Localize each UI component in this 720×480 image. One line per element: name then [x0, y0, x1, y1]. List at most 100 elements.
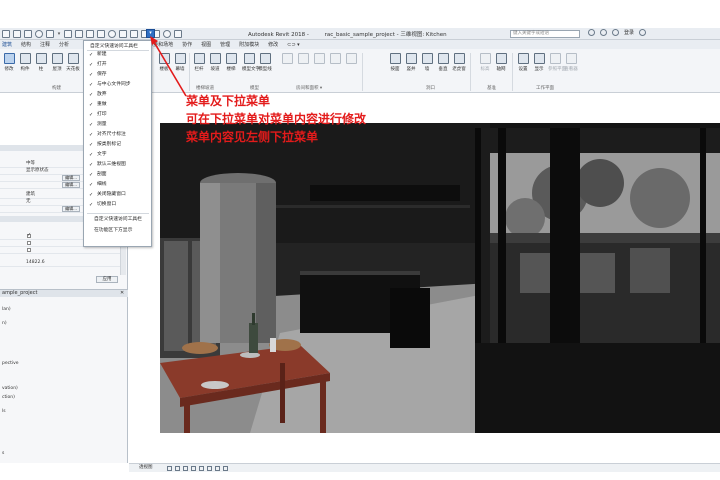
ribbon-tool-model-text[interactable]: 模型文字 — [242, 53, 260, 72]
tree-item[interactable]: ls — [2, 409, 6, 414]
tab-addins[interactable]: 附加模块 — [239, 41, 259, 48]
menu-item-print[interactable]: ✓ 打印 — [84, 111, 151, 119]
tree-item[interactable]: lan) — [2, 307, 11, 312]
search-input[interactable]: 键入关键字或短语 — [510, 30, 580, 38]
menu-item-show-below-ribbon[interactable]: 在功能区下方显示 — [84, 227, 151, 235]
ribbon-tool-ramp[interactable]: 坡道 — [208, 53, 222, 72]
ribbon-tool-viewer[interactable]: 查看器 — [564, 53, 578, 72]
ribbon-tool-dormer[interactable]: 老虎窗 — [452, 53, 466, 72]
measure-icon[interactable] — [86, 30, 94, 38]
tab-annotate[interactable]: 注释 — [40, 41, 50, 48]
menu-item-align-dimension[interactable]: ✓ 对齐尺寸标注 — [84, 131, 151, 139]
menu-item-redo[interactable]: ✓ 重做 — [84, 101, 151, 109]
default-3d-view-icon[interactable] — [130, 30, 138, 38]
ribbon-tool-level[interactable]: 标高 — [478, 53, 492, 72]
chevron-down-icon[interactable]: ▾ — [57, 30, 61, 38]
tab-extra[interactable]: ⊂⊃ ▾ — [287, 42, 299, 48]
sun-path-icon[interactable] — [183, 466, 188, 471]
menu-item-thin-lines[interactable]: ✓ 细线 — [84, 181, 151, 189]
close-hidden-windows-icon[interactable] — [163, 30, 171, 38]
tab-manage[interactable]: 管理 — [220, 41, 230, 48]
ribbon-tool-room-separator[interactable] — [296, 53, 310, 64]
detail-level-icon[interactable] — [167, 466, 172, 471]
ribbon-tool-set[interactable]: 设置 — [516, 53, 530, 72]
search-icon[interactable] — [588, 29, 595, 36]
property-row[interactable]: 14822.6 — [0, 260, 120, 267]
ribbon-tool-shaft[interactable]: 竖井 — [404, 53, 418, 72]
tag-icon[interactable] — [108, 30, 116, 38]
view-canvas[interactable] — [129, 93, 720, 463]
text-icon[interactable] — [119, 30, 127, 38]
ribbon-tool-component[interactable]: 构件 — [18, 53, 32, 72]
user-icon[interactable] — [612, 29, 619, 36]
ribbon-tool-column[interactable]: 柱 — [34, 53, 48, 72]
view-scale-label[interactable]: 透视图 — [139, 464, 153, 472]
close-icon[interactable]: ✕ — [120, 290, 124, 297]
open-icon[interactable] — [13, 30, 21, 38]
tab-collaborate[interactable]: 协作 — [182, 41, 192, 48]
menu-item-text[interactable]: ✓ 文字 — [84, 151, 151, 159]
tree-item[interactable]: n) — [2, 321, 7, 326]
edit-button[interactable]: 编辑... — [62, 182, 80, 188]
sync-icon[interactable] — [35, 30, 43, 38]
menu-item-new[interactable]: ✓ 新建 — [84, 51, 151, 59]
ribbon-tool-grid[interactable]: 轴网 — [494, 53, 508, 72]
menu-item-close-hidden-windows[interactable]: ✓ 关闭隐藏窗口 — [84, 191, 151, 199]
menu-item-customize-qat[interactable]: 自定义快速访问工具栏 — [84, 216, 151, 224]
menu-item-switch-windows[interactable]: ✓ 切换窗口 — [84, 201, 151, 209]
menu-item-tag-by-category[interactable]: ✓ 按类别标记 — [84, 141, 151, 149]
ribbon-tool-stair[interactable]: 楼梯 — [224, 53, 238, 72]
menu-item-section[interactable]: ✓ 剖面 — [84, 171, 151, 179]
undo-icon[interactable] — [46, 30, 54, 38]
visual-style-icon[interactable] — [175, 466, 180, 471]
ribbon-tool-roof[interactable]: 屋顶 — [50, 53, 64, 72]
ribbon-tool-ceiling[interactable]: 天花板 — [66, 53, 80, 72]
tab-structure[interactable]: 结构 — [21, 41, 31, 48]
ribbon-tool-show[interactable]: 显示 — [532, 53, 546, 72]
ribbon-tool-railing[interactable]: 栏杆 — [192, 53, 206, 72]
ribbon-tool-room[interactable] — [280, 53, 294, 64]
menu-item-default-3d-view[interactable]: ✓ 默认三维视图 — [84, 161, 151, 169]
help-icon[interactable] — [639, 29, 647, 36]
home-icon[interactable] — [2, 30, 10, 38]
ribbon-tool-modify[interactable]: 修改 — [2, 53, 16, 72]
tree-item[interactable]: vation) — [2, 386, 18, 391]
ribbon-tool-vertical[interactable]: 垂直 — [436, 53, 450, 72]
tree-item[interactable]: ction) — [2, 395, 15, 400]
property-checkbox[interactable] — [27, 232, 31, 238]
edit-button[interactable]: 编辑... — [62, 206, 80, 212]
ribbon-tool-floor[interactable]: 楼板 — [157, 53, 171, 72]
menu-item-measure[interactable]: ✓ 测量 — [84, 121, 151, 129]
crop-icon[interactable] — [207, 466, 212, 471]
dimension-icon[interactable] — [97, 30, 105, 38]
menu-item-save[interactable]: ✓ 保存 — [84, 71, 151, 79]
property-checkbox[interactable] — [27, 248, 31, 252]
edit-button[interactable]: 编辑... — [62, 175, 80, 181]
tree-item[interactable]: pective — [2, 361, 19, 366]
switch-windows-icon[interactable] — [174, 30, 182, 38]
subscription-icon[interactable] — [600, 29, 607, 36]
ribbon-tool-model-line[interactable]: 模型线 — [258, 53, 272, 72]
menu-item-sync[interactable]: ✓ 与中心文件同步 — [84, 81, 151, 89]
menu-item-undo[interactable]: ✓ 放弃 — [84, 91, 151, 99]
ribbon-tool-ref-plane[interactable]: 参照平面 — [548, 53, 566, 72]
ribbon-tool-area-boundary[interactable] — [328, 53, 342, 64]
customize-qat-dropdown-button[interactable]: ▾ — [146, 29, 155, 38]
ribbon-tool-area[interactable] — [312, 53, 326, 64]
tab-architecture[interactable]: 建筑 — [2, 41, 12, 48]
menu-item-open[interactable]: ✓ 打开 — [84, 61, 151, 69]
hide-icon[interactable] — [223, 466, 228, 471]
print-icon[interactable] — [75, 30, 83, 38]
lock-icon[interactable] — [215, 466, 220, 471]
ribbon-tool-by-face[interactable]: 按面 — [388, 53, 402, 72]
ribbon-tool-tag-area[interactable] — [344, 53, 358, 64]
ribbon-tool-curtain[interactable]: 幕墙 — [173, 53, 187, 72]
tab-modify[interactable]: 修改 — [268, 41, 278, 48]
tree-item[interactable]: s — [2, 451, 4, 456]
shadows-icon[interactable] — [191, 466, 196, 471]
sign-in-link[interactable]: 登录 — [624, 29, 634, 36]
render-icon[interactable] — [199, 466, 204, 471]
property-row[interactable] — [0, 247, 120, 254]
tab-view[interactable]: 视图 — [201, 41, 211, 48]
property-checkbox[interactable] — [27, 241, 31, 245]
